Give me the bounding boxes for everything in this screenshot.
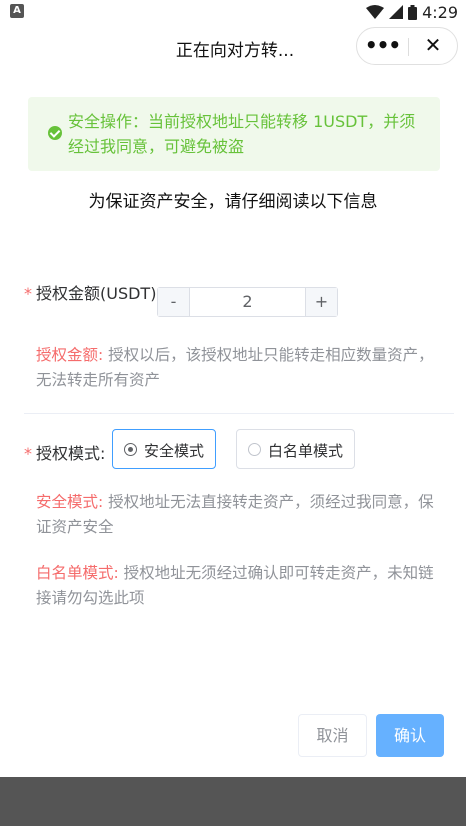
increment-button[interactable]: + (305, 288, 337, 316)
clock: 4:29 (422, 2, 458, 22)
battery-icon (408, 4, 418, 20)
amount-input[interactable]: 2 (191, 288, 304, 316)
subtitle: 为保证资产安全，请仔细阅读以下信息 (88, 192, 378, 212)
close-icon[interactable]: ✕ (409, 28, 457, 64)
radio-unselected-icon (248, 443, 261, 456)
mode-label-text: 授权模式: (36, 444, 106, 463)
whitelist-mode-description: 白名单模式: 授权地址无须经过确认即可转走资产，未知链接请勿勾选此项 (36, 561, 436, 611)
amount-stepper: - 2 + (157, 287, 338, 317)
amount-label-text: 授权金额(USDT): (36, 284, 162, 303)
safe-mode-highlight: 安全模式: (36, 493, 104, 511)
cancel-button[interactable]: 取消 (298, 714, 367, 757)
status-icons: 4:29 (366, 1, 458, 23)
notice-text: 安全操作：当前授权地址只能转移 1USDT，并须经过我同意，可避免被盗 (68, 112, 416, 156)
mode-label: * 授权模式: (24, 440, 105, 464)
status-bar: A 4:29 (0, 0, 466, 24)
amount-description: 授权金额: 授权以后，该授权地址只能转走相应数量资产，无法转走所有资产 (36, 343, 436, 393)
radio-whitelist-mode[interactable]: 白名单模式 (236, 429, 355, 469)
divider (24, 413, 454, 414)
radio-safe-label: 安全模式 (144, 442, 205, 460)
wifi-icon (366, 5, 385, 19)
required-mark: * (24, 444, 32, 463)
radio-whitelist-label: 白名单模式 (268, 442, 344, 460)
required-mark: * (24, 284, 32, 303)
check-circle-icon (48, 126, 62, 140)
amount-label: * 授权金额(USDT): (24, 283, 162, 304)
app-notification-icon: A (10, 4, 24, 18)
whitelist-mode-highlight: 白名单模式: (36, 564, 119, 582)
safe-mode-description: 安全模式: 授权地址无法直接转走资产，须经过我同意，保证资产安全 (36, 490, 436, 540)
decrement-button[interactable]: - (158, 288, 190, 316)
security-notice: 安全操作：当前授权地址只能转移 1USDT，并须经过我同意，可避免被盗 (28, 97, 440, 171)
radio-selected-icon (124, 443, 137, 456)
amount-desc-highlight: 授权金额: (36, 346, 104, 364)
radio-safe-mode[interactable]: 安全模式 (112, 429, 216, 469)
more-icon[interactable]: ••• (357, 28, 408, 64)
confirm-button[interactable]: 确认 (376, 714, 444, 757)
signal-icon (389, 5, 404, 19)
mini-program-capsule: ••• ✕ (356, 27, 458, 65)
bottom-bar (0, 777, 466, 826)
